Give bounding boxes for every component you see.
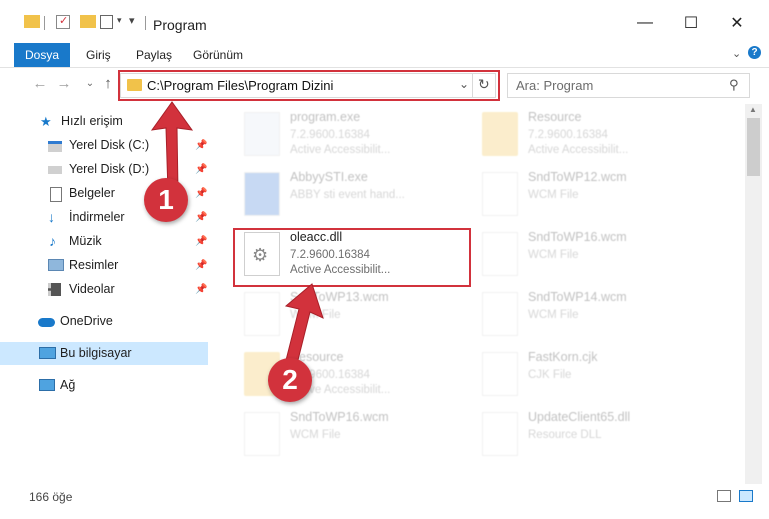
- step-marker-1: 1: [144, 178, 188, 222]
- step-marker-2: 2: [268, 358, 312, 402]
- annotation-arrows: [150, 101, 324, 377]
